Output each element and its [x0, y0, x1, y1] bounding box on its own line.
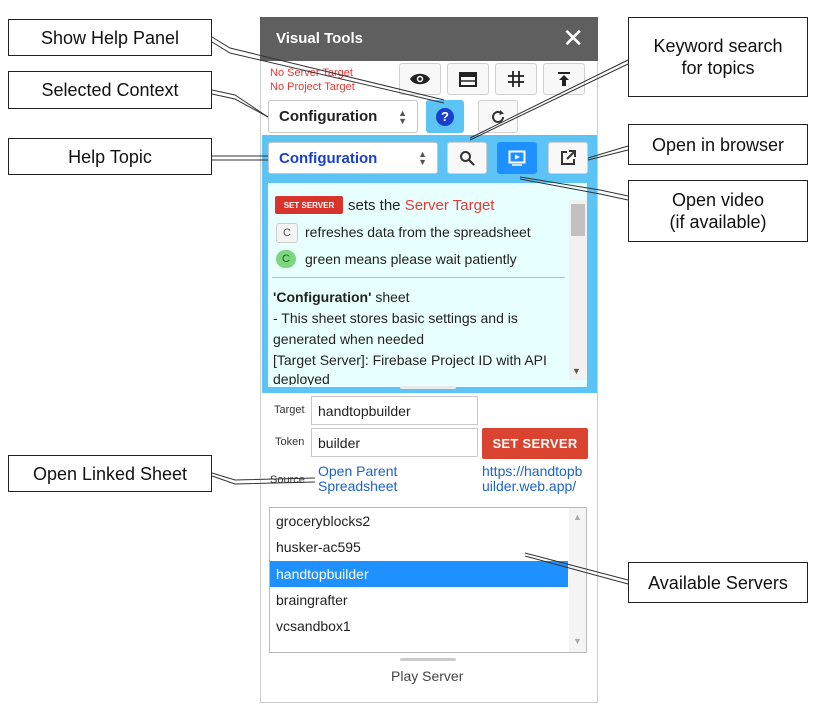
callout-open-in-browser: Open in browser: [628, 124, 808, 165]
help-divider: [272, 277, 565, 278]
panel-titlebar: Visual Tools ✕: [260, 17, 598, 61]
server-list-item[interactable]: braingrafter: [270, 587, 568, 613]
list-resize-handle[interactable]: [400, 658, 456, 661]
help-body-line: [Target Server]: Firebase Project ID wit…: [273, 352, 547, 368]
help-line-2: refreshes data from the spreadsheet: [305, 224, 531, 240]
callout-line: Keyword search: [653, 36, 783, 56]
refresh-icon: [492, 109, 504, 123]
server-status: No Server Target: [270, 67, 353, 79]
set-server-button[interactable]: SET SERVER: [482, 428, 588, 459]
help-line-3: green means please wait patiently: [305, 251, 517, 267]
server-list-item[interactable]: husker-ac595: [270, 534, 568, 560]
open-parent-spreadsheet-link[interactable]: Open Parent Spreadsheet: [318, 464, 397, 494]
help-line-1: sets the Server Target: [348, 197, 494, 214]
help-body-line: - This sheet stores basic settings and i…: [273, 310, 518, 326]
help-topic-select[interactable]: Configuration ▲ ▼: [268, 142, 438, 174]
callout-line: for topics: [681, 58, 755, 78]
play-server-label[interactable]: Play Server: [391, 668, 463, 684]
link-line: Spreadsheet: [318, 478, 398, 494]
server-list-scrollbar[interactable]: [569, 508, 586, 652]
video-icon: [508, 150, 526, 166]
upload-icon[interactable]: [543, 63, 585, 95]
callout-open-linked-sheet: Open Linked Sheet: [8, 455, 212, 492]
scroll-down-icon[interactable]: ▼: [573, 636, 582, 646]
token-input[interactable]: builder: [311, 428, 478, 457]
refresh-chip-icon: C: [276, 223, 298, 243]
target-input[interactable]: handtopbuilder: [311, 396, 478, 425]
eye-icon[interactable]: [399, 63, 441, 95]
context-select-value: Configuration: [279, 108, 378, 125]
url-line: uilder.web.app/: [482, 478, 577, 494]
help-resize-handle[interactable]: [400, 386, 456, 389]
keyword-search-button[interactable]: [447, 142, 487, 174]
server-list-item[interactable]: groceryblocks2: [270, 508, 568, 534]
callout-line: Open video: [671, 190, 765, 210]
help-scroll-thumb[interactable]: [571, 204, 585, 236]
help-icon: ?: [436, 107, 454, 126]
source-label: Source: [270, 474, 305, 486]
callout-help-topic: Help Topic: [8, 138, 212, 175]
url-line: https://handtopb: [482, 463, 583, 479]
set-server-chip: SET SERVER: [275, 196, 343, 214]
select-arrows-icon: ▲ ▼: [398, 107, 407, 126]
callout-show-help-panel: Show Help Panel: [8, 19, 212, 56]
help-body-line: generated when needed: [273, 331, 425, 347]
scroll-down-icon[interactable]: ▼: [572, 366, 581, 376]
scroll-up-icon[interactable]: ▲: [573, 512, 582, 522]
help-line-1-text: sets the: [348, 197, 401, 214]
target-label: Target: [274, 404, 305, 416]
server-list-item[interactable]: vcsandbox1: [270, 613, 568, 639]
server-list-item-selected[interactable]: handtopbuilder: [270, 561, 568, 587]
callout-open-video: Open video (if available): [628, 180, 808, 242]
callout-line: (if available): [669, 212, 767, 232]
select-arrows-icon: ▲ ▼: [418, 149, 427, 167]
token-label: Token: [275, 436, 305, 448]
grid-icon[interactable]: [495, 63, 537, 95]
callout-keyword-search: Keyword search for topics: [628, 17, 808, 97]
server-url-link[interactable]: https://handtopb uilder.web.app/: [482, 464, 582, 494]
open-in-browser-button[interactable]: [548, 142, 588, 174]
search-icon: [460, 151, 475, 166]
open-video-button[interactable]: [497, 142, 537, 174]
help-body-line: deployed: [273, 371, 330, 385]
callout-selected-context: Selected Context: [8, 71, 212, 109]
callout-available-servers: Available Servers: [628, 562, 808, 603]
help-line-1-target: Server Target: [404, 197, 495, 214]
green-refresh-chip-icon: C: [276, 250, 296, 268]
panel-title: Visual Tools: [276, 30, 363, 47]
window-icon[interactable]: [447, 63, 489, 95]
link-line: Open Parent: [318, 463, 398, 479]
show-help-button[interactable]: ?: [426, 100, 464, 133]
help-topic-value: Configuration: [279, 149, 378, 167]
context-select[interactable]: Configuration ▲ ▼: [268, 100, 418, 133]
close-icon[interactable]: ✕: [562, 23, 584, 53]
sheet-heading: 'Configuration' sheet: [273, 289, 410, 305]
sheet-name: 'Configuration': [273, 289, 372, 305]
open-external-icon: [561, 150, 576, 165]
sheet-word: sheet: [375, 289, 410, 305]
refresh-button[interactable]: [478, 100, 518, 133]
project-status: No Project Target: [270, 81, 355, 93]
